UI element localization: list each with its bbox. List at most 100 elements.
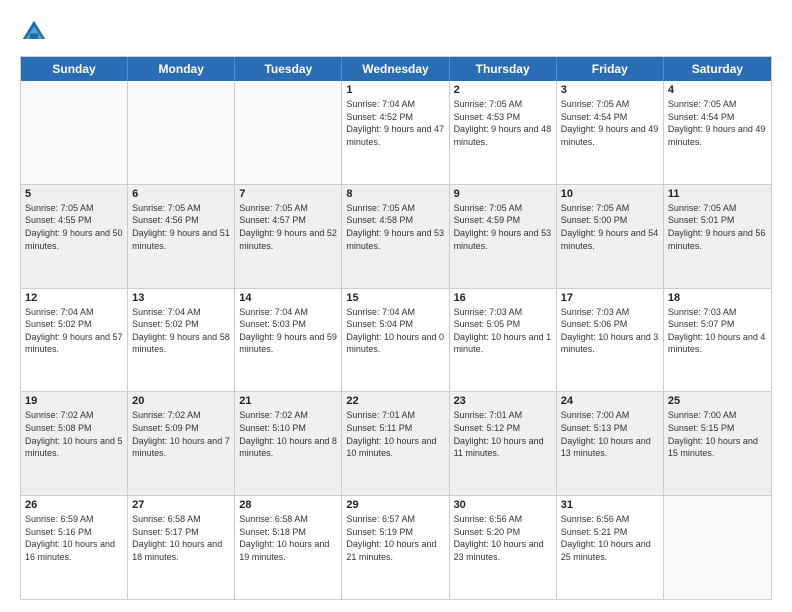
calendar-day-26: 26 Sunrise: 6:59 AM Sunset: 5:16 PM Dayli… [21, 496, 128, 599]
day-number: 5 [25, 188, 123, 200]
day-number: 30 [454, 499, 552, 511]
day-number: 20 [132, 395, 230, 407]
calendar-day-7: 7 Sunrise: 7:05 AM Sunset: 4:57 PM Daylig… [235, 185, 342, 288]
cell-info: Sunrise: 7:03 AM Sunset: 5:05 PM Dayligh… [454, 306, 552, 356]
calendar-week-1: 1 Sunrise: 7:04 AM Sunset: 4:52 PM Daylig… [21, 81, 771, 184]
day-number: 10 [561, 188, 659, 200]
cell-info: Sunrise: 7:03 AM Sunset: 5:07 PM Dayligh… [668, 306, 767, 356]
calendar-body: 1 Sunrise: 7:04 AM Sunset: 4:52 PM Daylig… [21, 81, 771, 599]
cell-info: Sunrise: 7:04 AM Sunset: 4:52 PM Dayligh… [346, 98, 444, 148]
page: SundayMondayTuesdayWednesdayThursdayFrid… [0, 0, 792, 612]
header-day-monday: Monday [128, 57, 235, 81]
calendar-day-27: 27Sunrise: 6:58 AM Sunset: 5:17 PM Dayli… [128, 496, 235, 599]
header-day-saturday: Saturday [664, 57, 771, 81]
calendar-day-17: 17 Sunrise: 7:03 AM Sunset: 5:06 PM Dayli… [557, 289, 664, 392]
cell-info: Sunrise: 7:02 AM Sunset: 5:09 PM Dayligh… [132, 409, 230, 459]
cell-info: Sunrise: 7:04 AM Sunset: 5:04 PM Dayligh… [346, 306, 444, 356]
day-number: 1 [346, 84, 444, 96]
calendar-header-row: SundayMondayTuesdayWednesdayThursdayFrid… [21, 57, 771, 81]
calendar-day-22: 22Sunrise: 7:01 AM Sunset: 5:11 PM Dayli… [342, 392, 449, 495]
cell-info: Sunrise: 7:05 AM Sunset: 4:57 PM Dayligh… [239, 202, 337, 252]
day-number: 28 [239, 499, 337, 511]
cell-info: Sunrise: 7:00 AM Sunset: 5:13 PM Dayligh… [561, 409, 659, 459]
calendar-week-3: 12 Sunrise: 7:04 AM Sunset: 5:02 PM Dayli… [21, 288, 771, 392]
calendar-day-9: 9 Sunrise: 7:05 AM Sunset: 4:59 PM Daylig… [450, 185, 557, 288]
day-number: 17 [561, 292, 659, 304]
cell-info: Sunrise: 7:01 AM Sunset: 5:12 PM Dayligh… [454, 409, 552, 459]
day-number: 26 [25, 499, 123, 511]
day-number: 27 [132, 499, 230, 511]
cell-info: Sunrise: 7:00 AM Sunset: 5:15 PM Dayligh… [668, 409, 767, 459]
cell-info: Sunrise: 7:04 AM Sunset: 5:03 PM Dayligh… [239, 306, 337, 356]
cell-info: Sunrise: 7:05 AM Sunset: 4:55 PM Dayligh… [25, 202, 123, 252]
cell-info: Sunrise: 7:02 AM Sunset: 5:10 PM Dayligh… [239, 409, 337, 459]
calendar-day-13: 13 Sunrise: 7:04 AM Sunset: 5:02 PM Dayli… [128, 289, 235, 392]
day-number: 7 [239, 188, 337, 200]
day-number: 11 [668, 188, 767, 200]
day-number: 31 [561, 499, 659, 511]
cell-info: Sunrise: 7:04 AM Sunset: 5:02 PM Dayligh… [25, 306, 123, 356]
calendar: SundayMondayTuesdayWednesdayThursdayFrid… [20, 56, 772, 600]
day-number: 9 [454, 188, 552, 200]
calendar-empty-cell [128, 81, 235, 184]
calendar-day-21: 21Sunrise: 7:02 AM Sunset: 5:10 PM Dayli… [235, 392, 342, 495]
day-number: 23 [454, 395, 552, 407]
cell-info: Sunrise: 7:05 AM Sunset: 4:53 PM Dayligh… [454, 98, 552, 148]
day-number: 8 [346, 188, 444, 200]
header-day-tuesday: Tuesday [235, 57, 342, 81]
calendar-day-2: 2Sunrise: 7:05 AM Sunset: 4:53 PM Daylig… [450, 81, 557, 184]
calendar-day-14: 14 Sunrise: 7:04 AM Sunset: 5:03 PM Dayli… [235, 289, 342, 392]
calendar-day-23: 23 Sunrise: 7:01 AM Sunset: 5:12 PM Dayli… [450, 392, 557, 495]
calendar-day-1: 1 Sunrise: 7:04 AM Sunset: 4:52 PM Daylig… [342, 81, 449, 184]
calendar-week-4: 19Sunrise: 7:02 AM Sunset: 5:08 PM Dayli… [21, 391, 771, 495]
calendar-day-6: 6Sunrise: 7:05 AM Sunset: 4:56 PM Daylig… [128, 185, 235, 288]
cell-info: Sunrise: 6:57 AM Sunset: 5:19 PM Dayligh… [346, 513, 444, 563]
calendar-day-24: 24 Sunrise: 7:00 AM Sunset: 5:13 PM Dayli… [557, 392, 664, 495]
cell-info: Sunrise: 7:05 AM Sunset: 5:01 PM Dayligh… [668, 202, 767, 252]
calendar-day-3: 3 Sunrise: 7:05 AM Sunset: 4:54 PM Daylig… [557, 81, 664, 184]
cell-info: Sunrise: 7:05 AM Sunset: 4:54 PM Dayligh… [668, 98, 767, 148]
cell-info: Sunrise: 7:04 AM Sunset: 5:02 PM Dayligh… [132, 306, 230, 356]
cell-info: Sunrise: 7:05 AM Sunset: 4:58 PM Dayligh… [346, 202, 444, 252]
cell-info: Sunrise: 6:59 AM Sunset: 5:16 PM Dayligh… [25, 513, 123, 563]
calendar-day-29: 29Sunrise: 6:57 AM Sunset: 5:19 PM Dayli… [342, 496, 449, 599]
day-number: 4 [668, 84, 767, 96]
calendar-day-18: 18 Sunrise: 7:03 AM Sunset: 5:07 PM Dayli… [664, 289, 771, 392]
day-number: 19 [25, 395, 123, 407]
day-number: 16 [454, 292, 552, 304]
calendar-empty-cell [21, 81, 128, 184]
calendar-day-20: 20 Sunrise: 7:02 AM Sunset: 5:09 PM Dayli… [128, 392, 235, 495]
calendar-day-10: 10 Sunrise: 7:05 AM Sunset: 5:00 PM Dayli… [557, 185, 664, 288]
day-number: 12 [25, 292, 123, 304]
header-day-sunday: Sunday [21, 57, 128, 81]
cell-info: Sunrise: 7:05 AM Sunset: 4:59 PM Dayligh… [454, 202, 552, 252]
header-day-friday: Friday [557, 57, 664, 81]
day-number: 3 [561, 84, 659, 96]
day-number: 25 [668, 395, 767, 407]
day-number: 18 [668, 292, 767, 304]
day-number: 15 [346, 292, 444, 304]
calendar-day-4: 4 Sunrise: 7:05 AM Sunset: 4:54 PM Daylig… [664, 81, 771, 184]
cell-info: Sunrise: 7:05 AM Sunset: 4:54 PM Dayligh… [561, 98, 659, 148]
calendar-day-8: 8 Sunrise: 7:05 AM Sunset: 4:58 PM Daylig… [342, 185, 449, 288]
header-day-thursday: Thursday [450, 57, 557, 81]
day-number: 24 [561, 395, 659, 407]
logo-icon [20, 18, 48, 46]
calendar-day-28: 28 Sunrise: 6:58 AM Sunset: 5:18 PM Dayli… [235, 496, 342, 599]
calendar-empty-cell [664, 496, 771, 599]
cell-info: Sunrise: 6:58 AM Sunset: 5:18 PM Dayligh… [239, 513, 337, 563]
day-number: 14 [239, 292, 337, 304]
cell-info: Sunrise: 7:05 AM Sunset: 5:00 PM Dayligh… [561, 202, 659, 252]
calendar-day-11: 11 Sunrise: 7:05 AM Sunset: 5:01 PM Dayli… [664, 185, 771, 288]
cell-info: Sunrise: 7:05 AM Sunset: 4:56 PM Dayligh… [132, 202, 230, 252]
calendar-empty-cell [235, 81, 342, 184]
cell-info: Sunrise: 6:56 AM Sunset: 5:21 PM Dayligh… [561, 513, 659, 563]
cell-info: Sunrise: 7:01 AM Sunset: 5:11 PM Dayligh… [346, 409, 444, 459]
calendar-day-16: 16 Sunrise: 7:03 AM Sunset: 5:05 PM Dayli… [450, 289, 557, 392]
logo [20, 18, 52, 46]
calendar-day-19: 19Sunrise: 7:02 AM Sunset: 5:08 PM Dayli… [21, 392, 128, 495]
cell-info: Sunrise: 6:56 AM Sunset: 5:20 PM Dayligh… [454, 513, 552, 563]
cell-info: Sunrise: 7:03 AM Sunset: 5:06 PM Dayligh… [561, 306, 659, 356]
day-number: 13 [132, 292, 230, 304]
calendar-week-2: 5 Sunrise: 7:05 AM Sunset: 4:55 PM Daylig… [21, 184, 771, 288]
